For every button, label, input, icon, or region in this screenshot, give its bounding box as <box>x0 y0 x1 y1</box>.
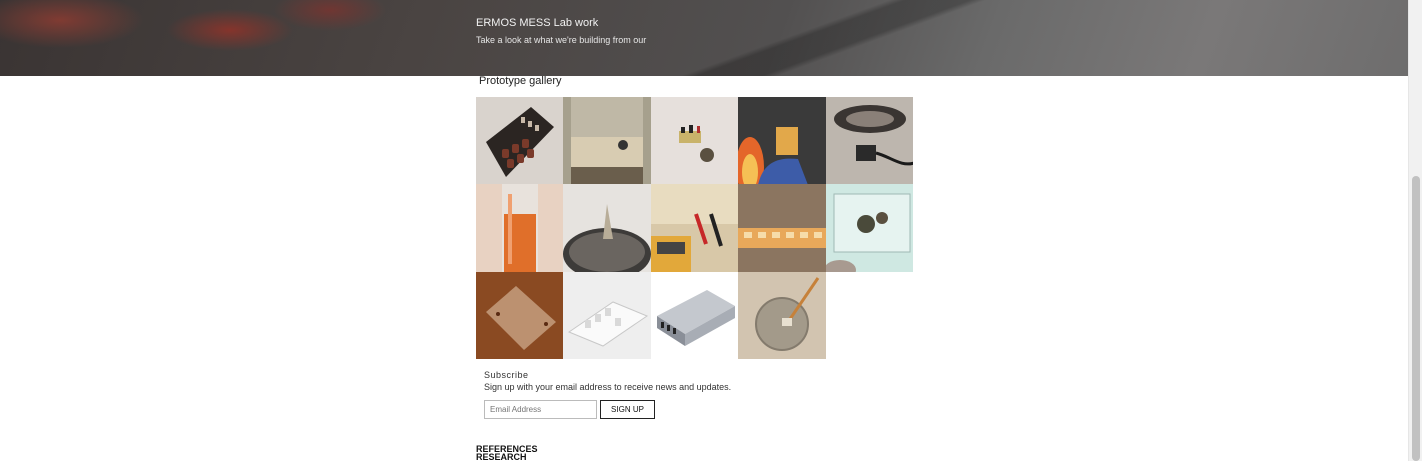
hero-banner: ERMOS MESS Lab work Take a look at what … <box>0 0 1408 76</box>
cad-model-image <box>563 271 651 360</box>
gallery-image-7[interactable] <box>563 184 651 272</box>
gallery-image-14[interactable] <box>738 271 826 360</box>
power-supply-image <box>650 271 739 360</box>
multimeter-test-image <box>650 184 739 272</box>
subscribe-description: Sign up with your email address to recei… <box>484 382 732 392</box>
gallery-image-11[interactable] <box>476 271 564 360</box>
research-link[interactable]: RESEARCH <box>476 453 538 461</box>
flame-test-image <box>738 97 826 185</box>
email-field[interactable] <box>484 400 597 419</box>
well-array-image <box>738 184 826 272</box>
circuit-board-image <box>476 97 564 185</box>
orange-bottle-image <box>476 184 564 272</box>
scrollbar-thumb[interactable] <box>1412 176 1420 461</box>
coin-sensor-image <box>738 271 826 360</box>
gallery-image-3[interactable] <box>650 97 739 185</box>
subscribe-title: Subscribe <box>484 370 529 380</box>
jar-culture-image <box>563 97 651 185</box>
gallery-image-1[interactable] <box>476 97 564 185</box>
glass-slide-image <box>825 184 913 272</box>
hero-subtitle: Take a look at what we're building from … <box>476 35 647 45</box>
gallery-title: Prototype gallery <box>479 75 562 87</box>
hero-title: ERMOS MESS Lab work <box>476 17 599 29</box>
gallery-image-6[interactable] <box>476 184 564 272</box>
sign-up-button[interactable]: SIGN UP <box>600 400 655 419</box>
gallery-image-10[interactable] <box>825 184 913 272</box>
gallery-image-12[interactable] <box>563 271 651 360</box>
gallery-image-2[interactable] <box>563 97 651 185</box>
gallery-image-4[interactable] <box>738 97 826 185</box>
subscribe-section: Subscribe Sign up with your email addres… <box>484 370 731 419</box>
petri-sample-image <box>563 184 651 272</box>
gallery-image-8[interactable] <box>650 184 739 272</box>
acrylic-plate-image <box>476 271 564 360</box>
small-device-image <box>650 97 739 185</box>
prototype-gallery <box>476 97 913 360</box>
footer-links: REFERENCES RESEARCH <box>476 445 538 461</box>
hotplate-device-image <box>825 97 913 185</box>
gallery-image-9[interactable] <box>738 184 826 272</box>
gallery-image-5[interactable] <box>825 97 913 185</box>
gallery-image-13[interactable] <box>650 271 739 360</box>
vertical-scrollbar[interactable] <box>1408 0 1422 461</box>
